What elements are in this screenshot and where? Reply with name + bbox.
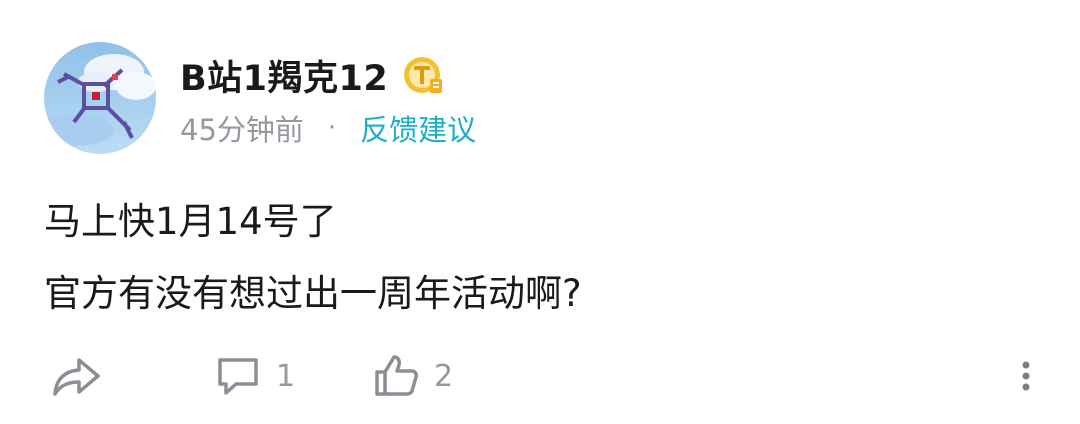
post-meta: 45分钟前 · 反馈建议 [180,108,476,148]
post-content[interactable]: 马上快1月14号了 官方有没有想过出一周年活动啊? [44,186,1044,330]
more-button[interactable] [1012,346,1040,406]
comment-button[interactable]: 1 [214,346,295,406]
share-button[interactable] [50,346,104,406]
gold-t-badge-icon [402,53,446,97]
username-row: B站1羯克12 [180,50,446,101]
more-vertical-icon [1012,352,1040,400]
comment-count: 1 [276,358,296,394]
username[interactable]: B站1羯克12 [180,50,388,101]
post-time: 45分钟前 [180,113,304,147]
action-bar: 1 2 [0,346,1080,406]
post-card: B站1羯克12 45分钟前 · 反馈建议 马上快1月14号了 官方有没有想过出一… [0,0,1080,424]
category-link[interactable]: 反馈建议 [360,107,476,149]
like-count: 2 [434,358,454,394]
comment-icon [214,352,262,400]
avatar[interactable] [44,42,156,154]
like-button[interactable]: 2 [372,346,453,406]
thumbs-up-icon [372,352,420,400]
share-icon [50,352,104,400]
meta-separator: · [327,113,337,143]
content-line-1: 马上快1月14号了 [44,200,337,243]
content-line-2: 官方有没有想过出一周年活动啊? [44,272,582,315]
